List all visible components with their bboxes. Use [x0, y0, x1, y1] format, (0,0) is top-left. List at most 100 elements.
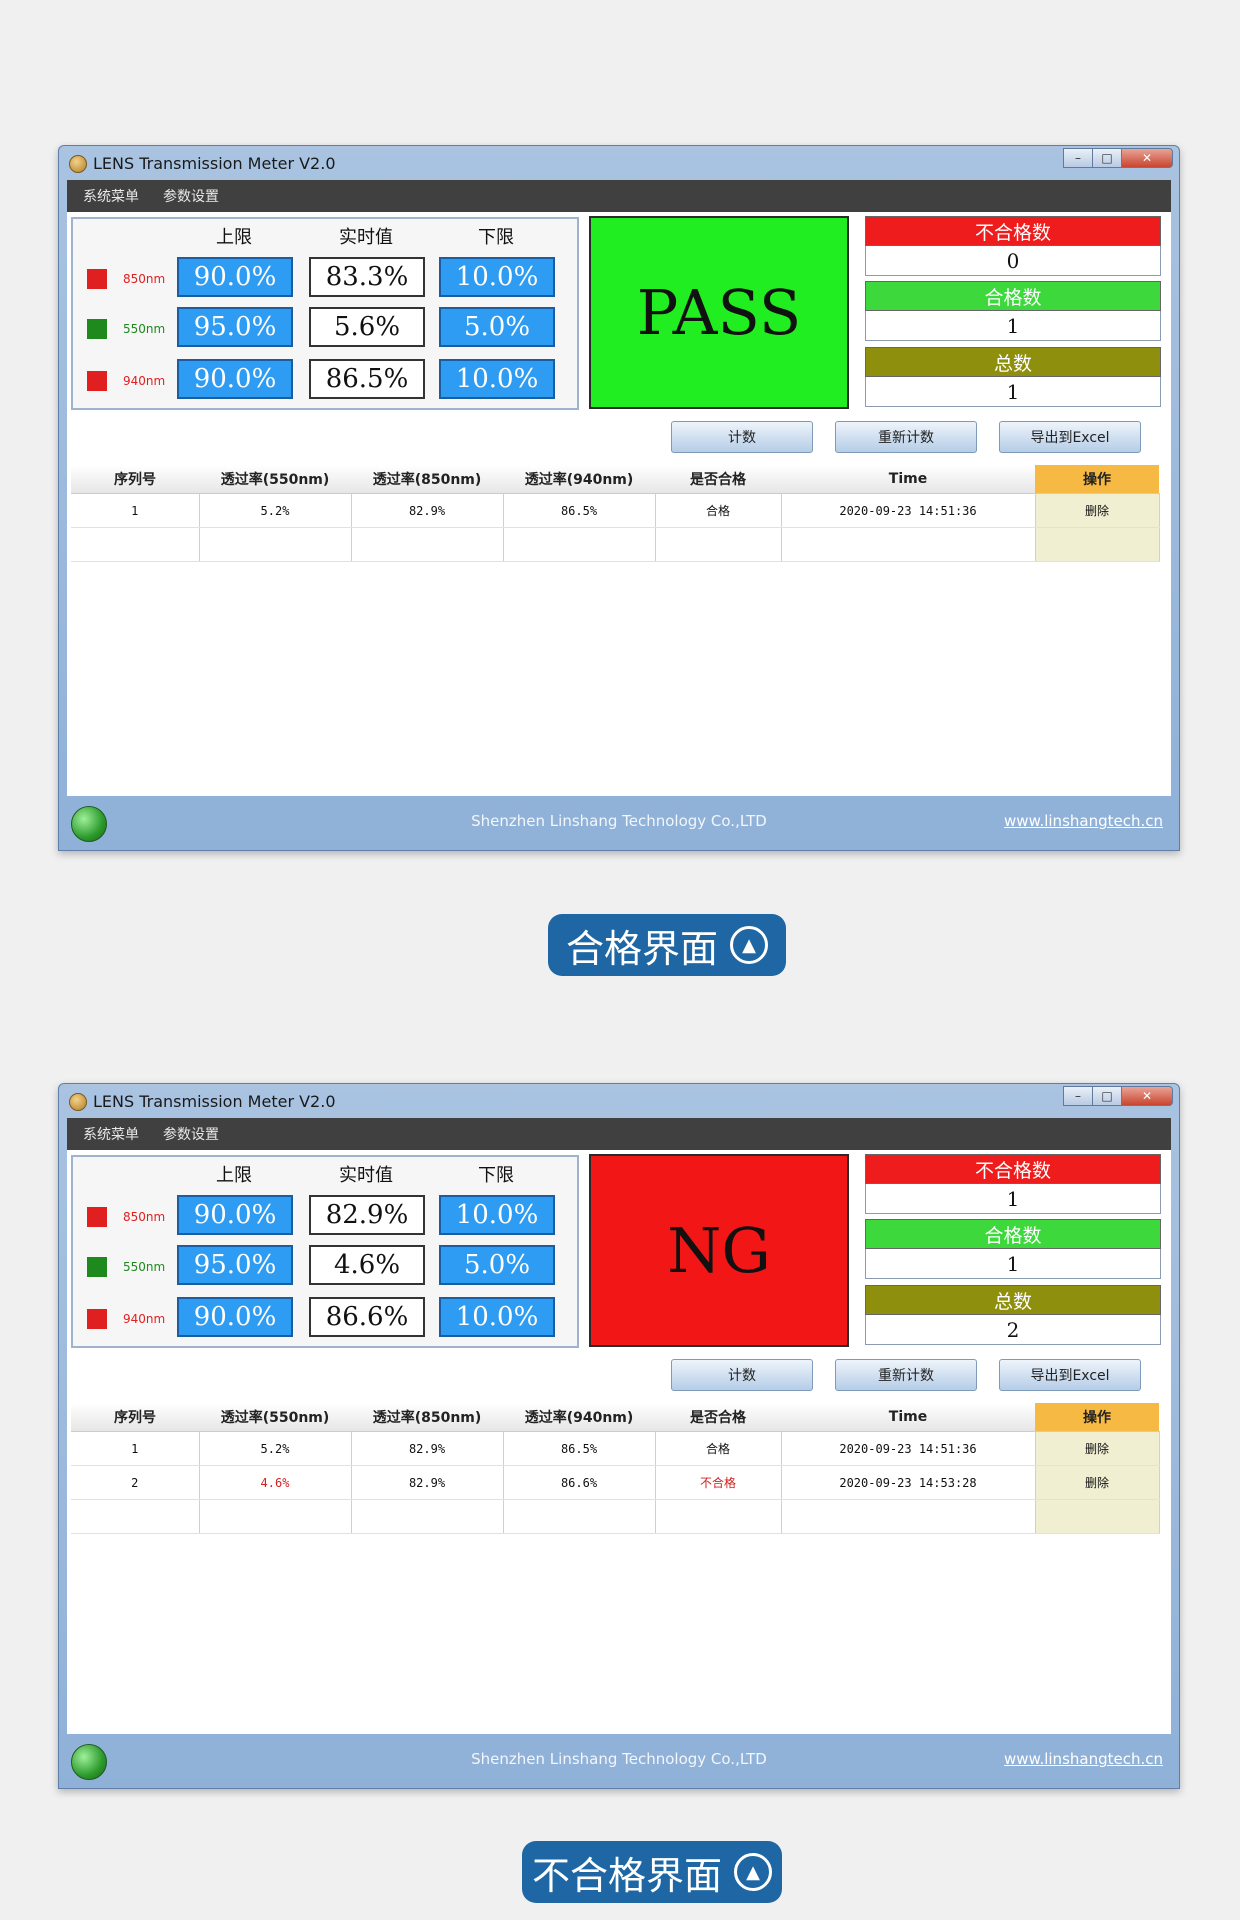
total-count-value: 1 [865, 377, 1161, 407]
export-excel-button[interactable]: 导出到Excel [999, 421, 1141, 453]
empty-cell [351, 527, 504, 562]
parameter-panel: 上限 实时值 下限 850nm 550nm 940nm 90.0% 82.9% … [71, 1155, 579, 1348]
arrow-up-circle-icon: ▲ [730, 926, 768, 964]
table-row[interactable]: 2 4.6% 82.9% 86.6% 不合格 2020-09-23 14:53:… [71, 1465, 1160, 1500]
color-square-icon [87, 319, 107, 339]
close-icon[interactable]: ✕ [1121, 1086, 1173, 1106]
table-row[interactable]: 1 5.2% 82.9% 86.5% 合格 2020-09-23 14:51:3… [71, 1431, 1160, 1466]
column-header[interactable]: 是否合格 [655, 465, 781, 494]
pass-count-panel: 合格数 1 [865, 1219, 1161, 1279]
upper-limit-850-field[interactable]: 90.0% [177, 1195, 293, 1235]
delete-button[interactable]: 删除 [1035, 1465, 1160, 1500]
menu-parameters[interactable]: 参数设置 [163, 186, 219, 206]
lower-limit-940-field[interactable]: 10.0% [439, 359, 555, 399]
column-header[interactable]: Time [781, 1403, 1035, 1432]
color-square-icon [87, 1257, 107, 1277]
cell-result: 合格 [655, 493, 782, 528]
maximize-icon[interactable]: □ [1092, 1086, 1122, 1106]
cell-time: 2020-09-23 14:51:36 [781, 1431, 1036, 1466]
total-count-label: 总数 [865, 347, 1161, 377]
lower-limit-940-field[interactable]: 10.0% [439, 1297, 555, 1337]
result-indicator: PASS [589, 216, 849, 409]
fail-count-label: 不合格数 [865, 216, 1161, 246]
lower-limit-header: 下限 [478, 227, 514, 248]
empty-cell [1035, 527, 1160, 562]
cell-result: 不合格 [655, 1465, 782, 1500]
reset-count-button[interactable]: 重新计数 [835, 421, 977, 453]
cell-serial: 1 [71, 1431, 200, 1466]
fail-count-label: 不合格数 [865, 1154, 1161, 1184]
caption-text: 不合格界面 [531, 1853, 722, 1898]
realtime-940-value: 86.5% [309, 359, 425, 399]
delete-button[interactable]: 删除 [1035, 1431, 1160, 1466]
column-header[interactable]: 操作 [1035, 1403, 1159, 1432]
upper-limit-940-field[interactable]: 90.0% [177, 359, 293, 399]
lower-limit-550-field[interactable]: 5.0% [439, 307, 555, 347]
minimize-icon[interactable]: – [1063, 1086, 1093, 1106]
client-area: 上限 实时值 下限 850nm 550nm 940nm 90.0% 82.9% … [67, 1150, 1171, 1734]
empty-cell [199, 527, 352, 562]
menu-bar: 系统菜单 参数设置 [67, 180, 1171, 212]
lower-limit-550-field[interactable]: 5.0% [439, 1245, 555, 1285]
title-bar[interactable]: LENS Transmission Meter V2.0 – □ ✕ [59, 146, 1179, 180]
column-header[interactable]: 透过率(550nm) [199, 465, 351, 494]
wavelength-label: 940nm [123, 1312, 166, 1326]
column-header[interactable]: 透过率(850nm) [351, 1403, 503, 1432]
realtime-550-value: 4.6% [309, 1245, 425, 1285]
row-label-550: 550nm [87, 319, 165, 339]
empty-cell [199, 1499, 352, 1534]
wavelength-label: 850nm [123, 272, 166, 286]
row-label-850: 850nm [87, 1207, 165, 1227]
empty-cell [71, 1499, 200, 1534]
cell-t850: 82.9% [351, 493, 504, 528]
column-header[interactable]: 序列号 [71, 465, 199, 494]
realtime-header: 实时值 [339, 1165, 393, 1186]
upper-limit-550-field[interactable]: 95.0% [177, 307, 293, 347]
color-square-icon [87, 1309, 107, 1329]
close-icon[interactable]: ✕ [1121, 148, 1173, 168]
menu-system[interactable]: 系统菜单 [83, 1124, 139, 1144]
cell-t550: 5.2% [199, 493, 352, 528]
column-header[interactable]: Time [781, 465, 1035, 494]
export-excel-button[interactable]: 导出到Excel [999, 1359, 1141, 1391]
table-header-row: 序列号 透过率(550nm) 透过率(850nm) 透过率(940nm) 是否合… [71, 465, 1159, 494]
count-button[interactable]: 计数 [671, 1359, 813, 1391]
minimize-icon[interactable]: – [1063, 148, 1093, 168]
fail-count-value: 1 [865, 1184, 1161, 1214]
table-row[interactable]: 1 5.2% 82.9% 86.5% 合格 2020-09-23 14:51:3… [71, 493, 1160, 528]
cell-serial: 2 [71, 1465, 200, 1500]
website-link[interactable]: www.linshangtech.cn [1004, 812, 1163, 830]
empty-cell [1035, 1499, 1160, 1534]
empty-row [71, 527, 1160, 562]
upper-limit-header: 上限 [216, 227, 252, 248]
lower-limit-850-field[interactable]: 10.0% [439, 257, 555, 297]
app-icon [69, 1093, 87, 1111]
cell-t940: 86.6% [503, 1465, 656, 1500]
delete-button[interactable]: 删除 [1035, 493, 1160, 528]
realtime-header: 实时值 [339, 227, 393, 248]
upper-limit-940-field[interactable]: 90.0% [177, 1297, 293, 1337]
menu-system[interactable]: 系统菜单 [83, 186, 139, 206]
empty-cell [351, 1499, 504, 1534]
realtime-940-value: 86.6% [309, 1297, 425, 1337]
maximize-icon[interactable]: □ [1092, 148, 1122, 168]
column-header[interactable]: 透过率(850nm) [351, 465, 503, 494]
column-header[interactable]: 透过率(940nm) [503, 465, 655, 494]
upper-limit-550-field[interactable]: 95.0% [177, 1245, 293, 1285]
column-header[interactable]: 透过率(940nm) [503, 1403, 655, 1432]
count-button[interactable]: 计数 [671, 421, 813, 453]
upper-limit-850-field[interactable]: 90.0% [177, 257, 293, 297]
empty-cell [71, 527, 200, 562]
column-header[interactable]: 透过率(550nm) [199, 1403, 351, 1432]
app-icon [69, 155, 87, 173]
cell-serial: 1 [71, 493, 200, 528]
lower-limit-850-field[interactable]: 10.0% [439, 1195, 555, 1235]
title-bar[interactable]: LENS Transmission Meter V2.0 – □ ✕ [59, 1084, 1179, 1118]
reset-count-button[interactable]: 重新计数 [835, 1359, 977, 1391]
website-link[interactable]: www.linshangtech.cn [1004, 1750, 1163, 1768]
column-header[interactable]: 序列号 [71, 1403, 199, 1432]
menu-parameters[interactable]: 参数设置 [163, 1124, 219, 1144]
column-header[interactable]: 是否合格 [655, 1403, 781, 1432]
empty-cell [655, 527, 782, 562]
column-header[interactable]: 操作 [1035, 465, 1159, 494]
